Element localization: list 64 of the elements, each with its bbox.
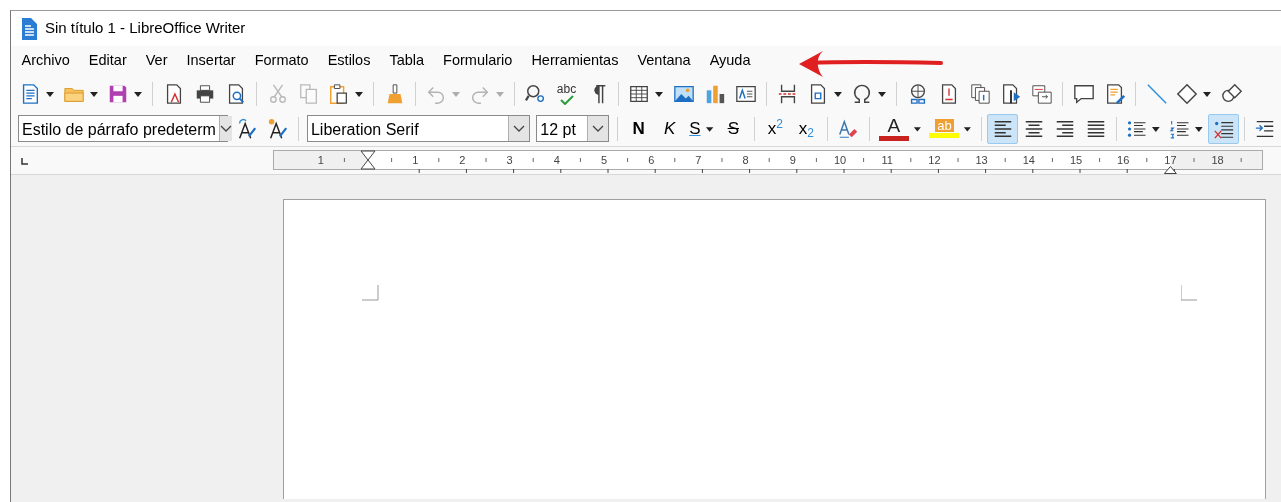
ruler-number: 17 bbox=[1164, 153, 1177, 166]
ruler-number: 1 bbox=[412, 153, 419, 166]
ruler-number: 10 bbox=[833, 153, 847, 166]
index-icon bbox=[968, 82, 991, 105]
paste-icon bbox=[328, 82, 350, 105]
menu-item[interactable]: Estilos bbox=[318, 48, 380, 74]
ruler-number: 5 bbox=[600, 153, 608, 166]
strikethrough-button[interactable]: S bbox=[717, 113, 749, 144]
subscript-button[interactable]: x$_{2}$ bbox=[790, 113, 822, 144]
chevron-icon bbox=[592, 124, 605, 133]
ruler-number: 1 bbox=[317, 153, 324, 166]
tab-stop-icon bbox=[21, 157, 29, 165]
menu-item[interactable]: Archivo bbox=[12, 48, 80, 74]
ruler-number: 4 bbox=[553, 153, 560, 166]
italic-button[interactable]: K bbox=[654, 113, 686, 144]
chevron-icon bbox=[513, 124, 526, 133]
comment-icon bbox=[1072, 82, 1095, 105]
ruler-number: 18 bbox=[1211, 153, 1224, 166]
menu-item[interactable]: Tabla bbox=[379, 48, 434, 74]
ruler-number: 7 bbox=[695, 153, 702, 166]
ruler-number: 9 bbox=[789, 153, 796, 166]
menu-item[interactable]: Ventana bbox=[627, 48, 701, 74]
omega-icon bbox=[851, 82, 873, 105]
menu-item[interactable]: Ver bbox=[136, 48, 177, 74]
document-icon bbox=[21, 17, 38, 40]
font-color-button[interactable]: A bbox=[874, 113, 926, 144]
bold-button[interactable]: N bbox=[623, 113, 655, 144]
menu-item[interactable]: Editar bbox=[79, 48, 137, 74]
menu-item[interactable]: Herramientas bbox=[521, 48, 628, 74]
cross-reference-icon bbox=[1030, 82, 1053, 105]
menu-item[interactable]: Formato bbox=[245, 48, 319, 74]
underline-button[interactable]: S bbox=[685, 113, 718, 144]
window-title: Sin título 1 - LibreOffice Writer bbox=[45, 18, 246, 39]
ruler-number: 14 bbox=[1022, 153, 1035, 166]
no-list-button[interactable] bbox=[1208, 113, 1239, 144]
superscript-button[interactable]: x$^{2}$ bbox=[759, 113, 791, 144]
menu-item[interactable]: Insertar bbox=[177, 48, 246, 74]
ruler-number: 13 bbox=[975, 153, 988, 166]
ruler-number: 2 bbox=[459, 153, 466, 166]
ruler-number: 8 bbox=[742, 153, 749, 166]
menu-item[interactable]: Formulario bbox=[433, 48, 522, 74]
line-icon bbox=[1145, 82, 1168, 105]
new-style-icon bbox=[266, 117, 289, 140]
check-icon bbox=[559, 94, 574, 105]
shapes-icon bbox=[1220, 82, 1243, 105]
margin-corner-icon bbox=[362, 284, 379, 301]
ruler-number: 12 bbox=[928, 153, 941, 166]
find-replace-icon bbox=[524, 82, 547, 105]
indent-marker[interactable] bbox=[360, 150, 376, 169]
ruler-number: 3 bbox=[506, 153, 513, 166]
ruler-number: 16 bbox=[1117, 153, 1130, 166]
margin-corner-icon bbox=[1181, 284, 1198, 301]
copy-icon bbox=[297, 82, 320, 105]
clear-formatting-icon bbox=[837, 117, 860, 140]
diamond-icon bbox=[1176, 82, 1198, 105]
ruler-number: 6 bbox=[648, 153, 655, 166]
font-size-combo[interactable]: 12 pt bbox=[536, 115, 610, 142]
chevron-icon bbox=[219, 124, 232, 133]
ruler-number: 11 bbox=[881, 153, 893, 166]
menu-item[interactable]: Ayuda bbox=[700, 48, 760, 74]
font-name-combo[interactable]: Liberation Serif bbox=[306, 115, 531, 142]
spelling-button[interactable]: abc bbox=[551, 78, 582, 109]
align-left-button[interactable] bbox=[987, 113, 1019, 144]
ruler-number: 15 bbox=[1069, 153, 1083, 166]
